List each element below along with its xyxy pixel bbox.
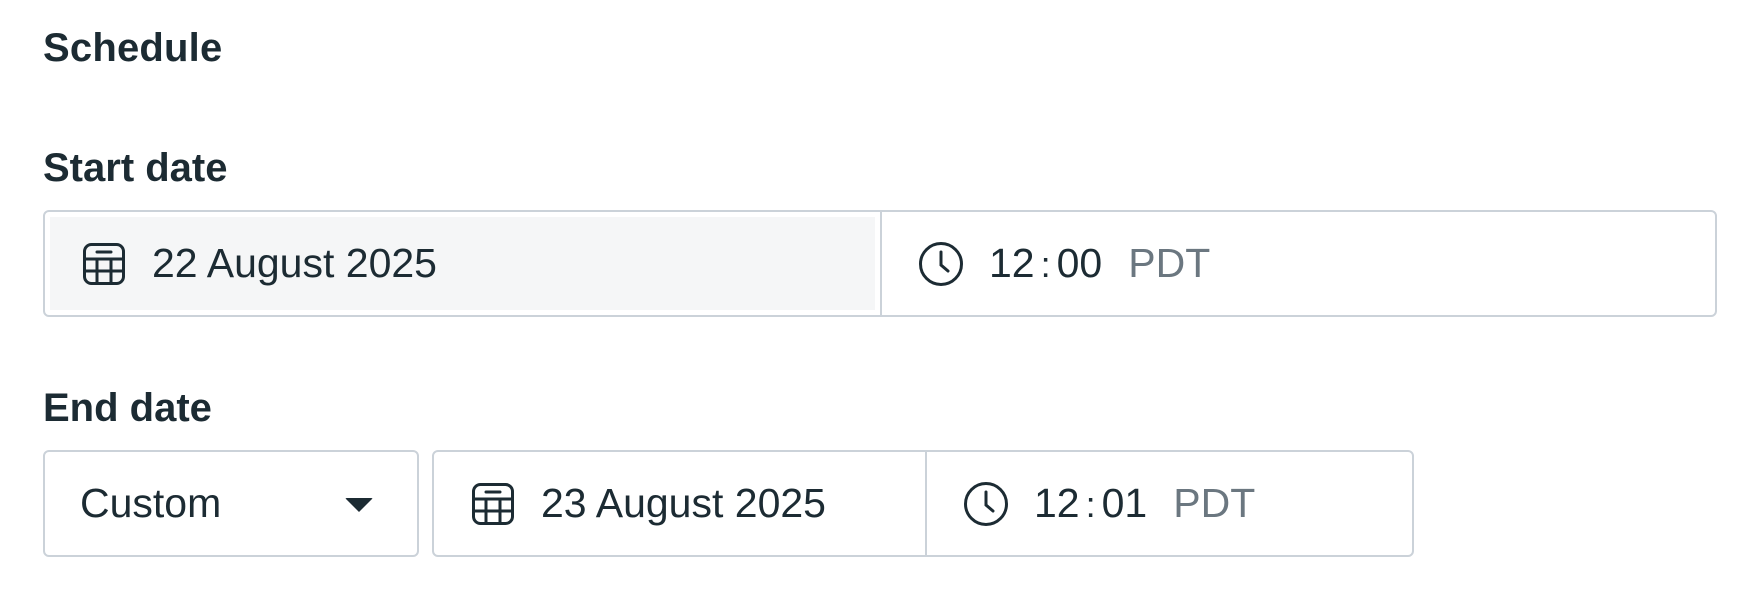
- end-date-mode-dropdown[interactable]: Custom: [43, 450, 419, 557]
- start-time-minute[interactable]: 00: [1057, 240, 1103, 287]
- start-time-separator: :: [1040, 244, 1051, 285]
- start-date-value: 22 August 2025: [152, 240, 437, 286]
- schedule-heading: Schedule: [43, 26, 223, 70]
- start-time-picker[interactable]: 12 : 00 PDT: [880, 212, 1715, 315]
- end-date-label: End date: [43, 386, 212, 430]
- end-date-mode-value: Custom: [80, 480, 222, 526]
- end-time-value: 12 : 01 PDT: [1034, 480, 1255, 527]
- clock-icon: [917, 240, 965, 288]
- end-date-picker[interactable]: 23 August 2025: [434, 452, 925, 555]
- end-time-timezone: PDT: [1173, 480, 1256, 526]
- start-time-hour[interactable]: 12: [989, 240, 1035, 287]
- start-date-picker[interactable]: 22 August 2025: [45, 212, 880, 315]
- end-time-hour[interactable]: 12: [1034, 480, 1080, 527]
- start-time-value: 12 : 00 PDT: [989, 240, 1210, 287]
- calendar-icon: [80, 240, 128, 288]
- end-time-separator: :: [1085, 484, 1096, 525]
- start-time-timezone: PDT: [1128, 240, 1211, 286]
- calendar-icon: [469, 480, 517, 528]
- end-date-value: 23 August 2025: [541, 480, 826, 526]
- caret-down-icon: [345, 498, 373, 512]
- end-time-minute[interactable]: 01: [1102, 480, 1148, 527]
- clock-icon: [962, 480, 1010, 528]
- end-time-picker[interactable]: 12 : 01 PDT: [925, 452, 1412, 555]
- start-date-time-field: 22 August 2025 12 : 00 PDT: [43, 210, 1717, 317]
- end-date-time-field: 23 August 2025 12 : 01 PDT: [432, 450, 1414, 557]
- start-date-label: Start date: [43, 146, 228, 190]
